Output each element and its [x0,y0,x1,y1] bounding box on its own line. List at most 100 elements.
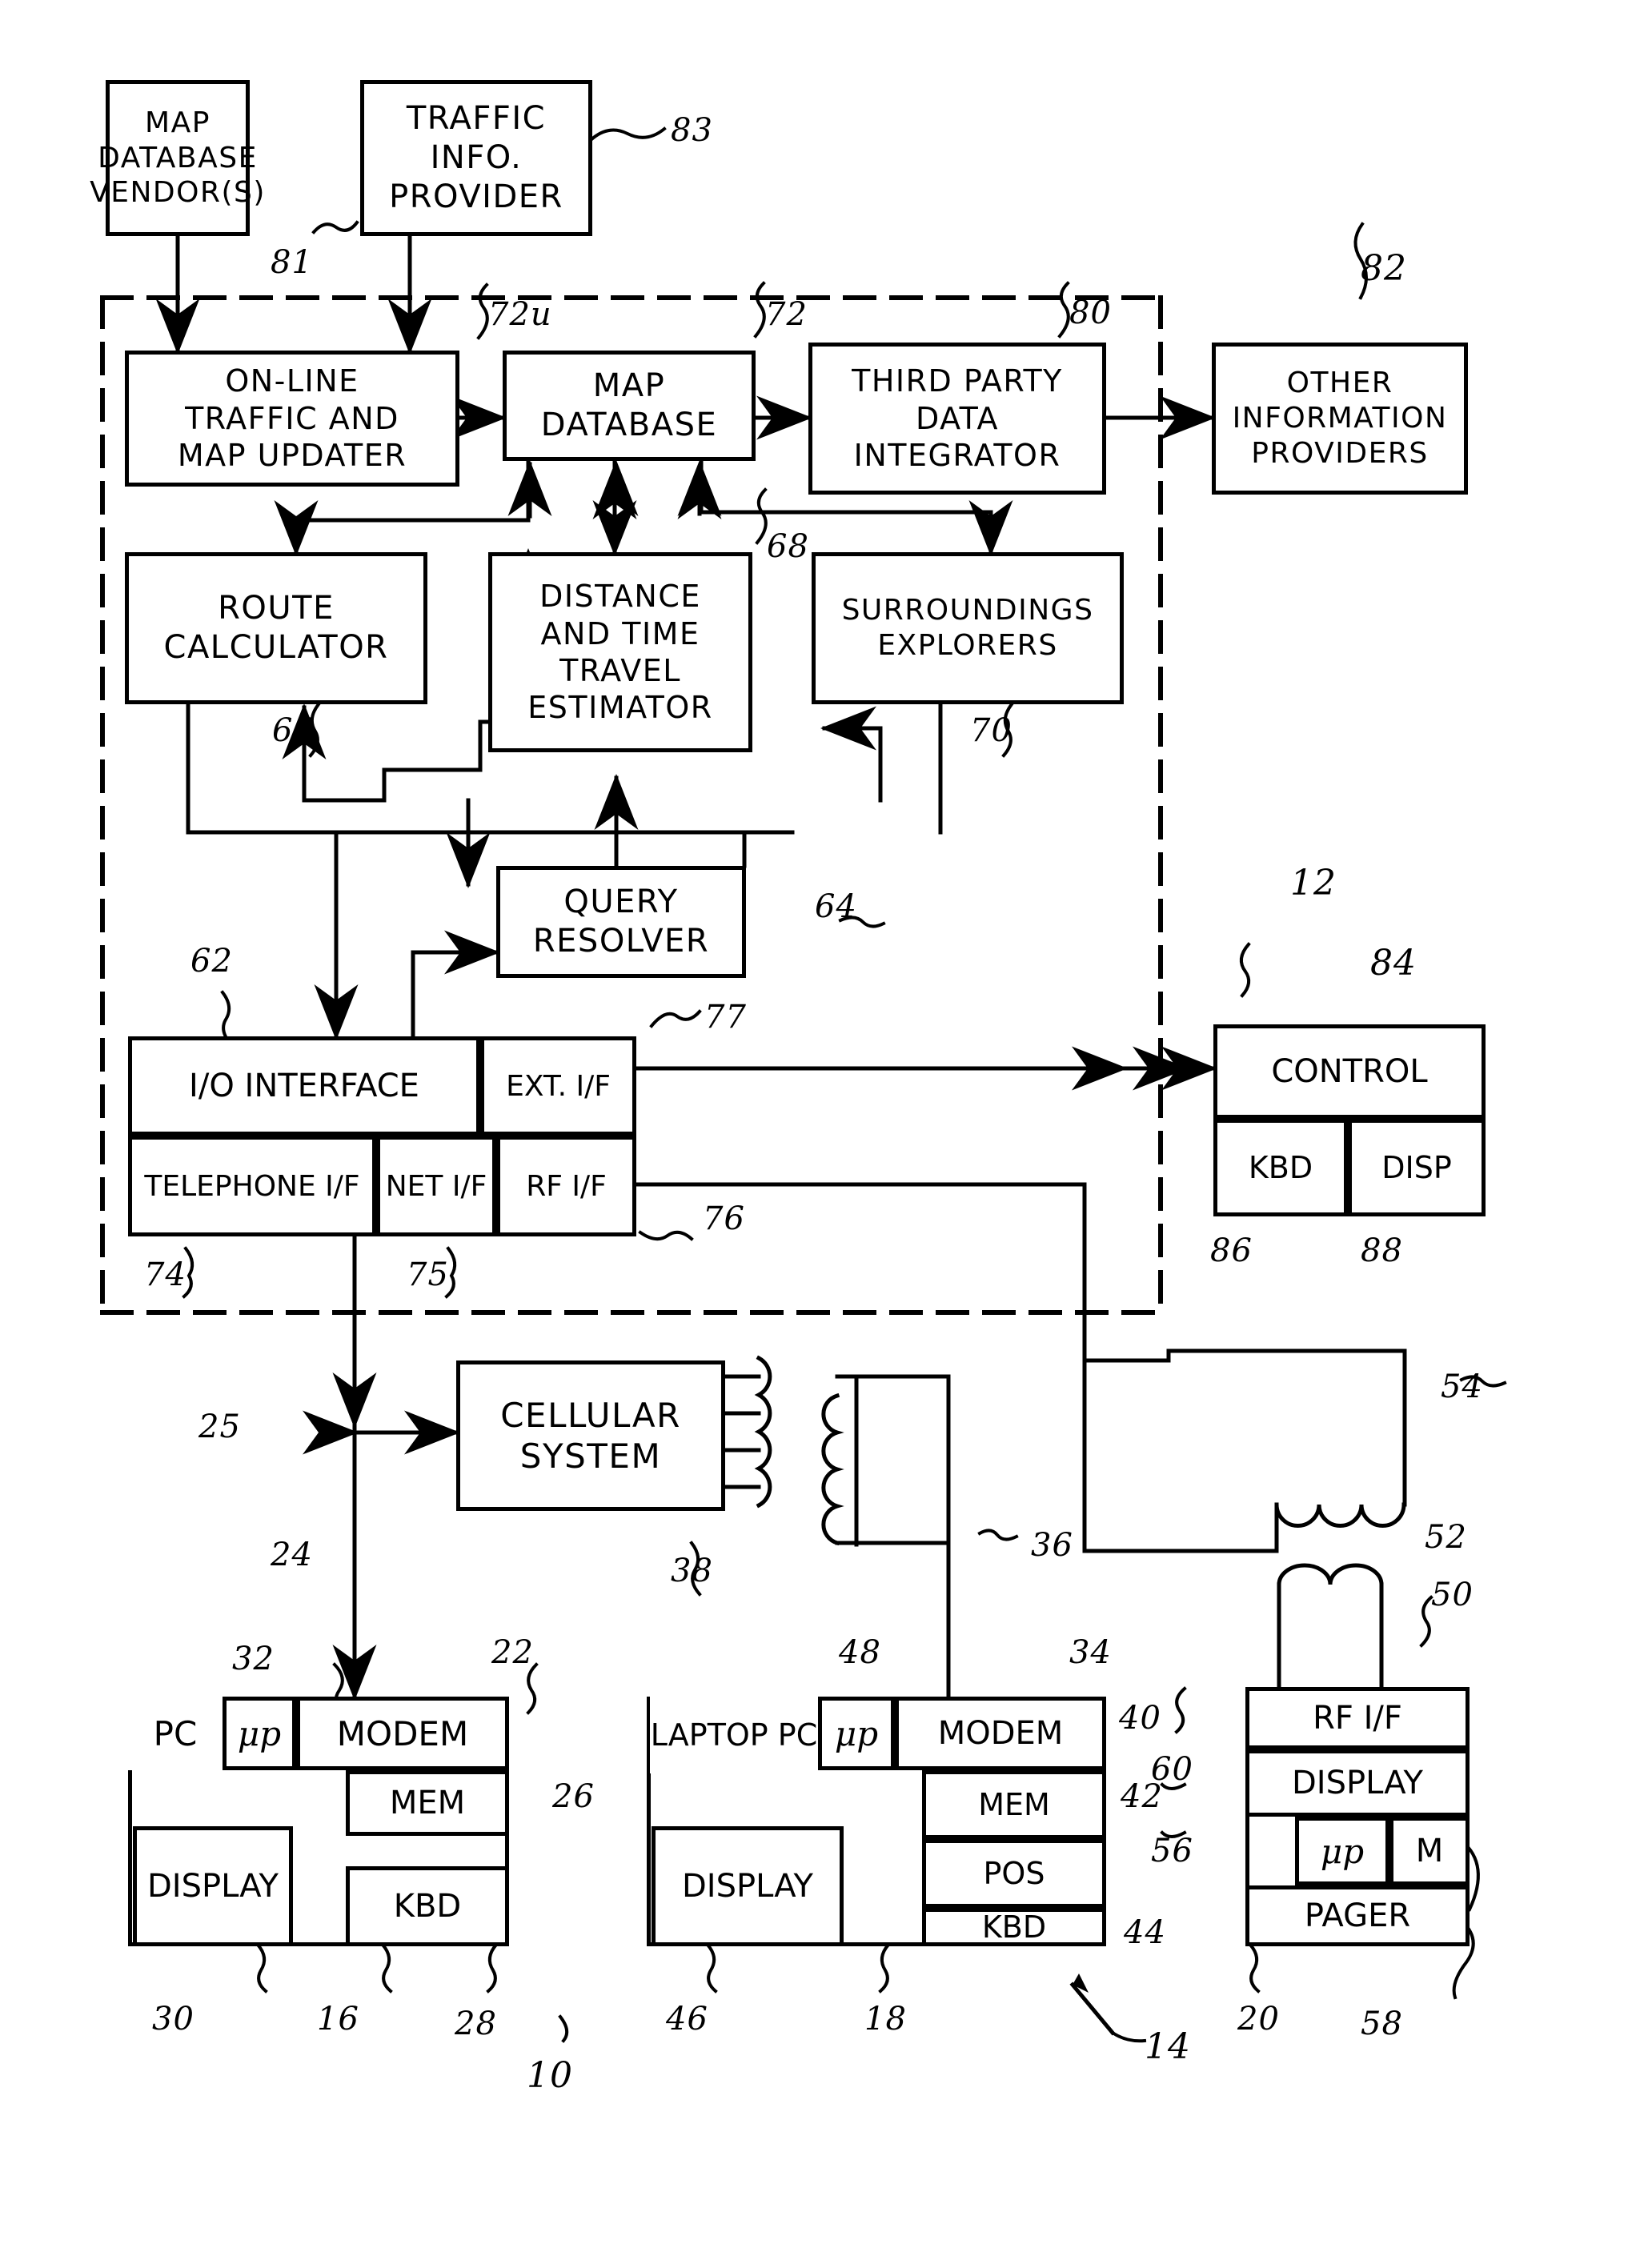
pager-up-cell: μp [1295,1817,1389,1885]
pager-display-cell: DISPLAY [1245,1749,1470,1817]
ref-64: 64 [815,888,857,925]
online-traffic-map-updater-block: ON-LINE TRAFFIC AND MAP UPDATER [125,351,459,487]
ref-14: 14 [1145,2026,1191,2067]
ref-83: 83 [671,112,713,149]
pc-up-label: μp [237,1713,282,1753]
traffic-info-provider-block: TRAFFIC INFO. PROVIDER [360,80,592,236]
laptop-up-cell: μp [818,1697,895,1770]
ref-44: 44 [1124,1914,1166,1951]
ref-86: 86 [1210,1232,1253,1269]
laptop-mem-cell: MEM [922,1770,1106,1839]
ref-80: 80 [1069,295,1112,331]
ref-48: 48 [839,1634,881,1671]
pager-name-label: PAGER [1304,1897,1411,1934]
pager-rf-if-label: RF I/F [1313,1700,1402,1737]
route-calculator-block: ROUTE CALCULATOR [125,552,427,704]
pc-display-cell: DISPLAY [133,1826,293,1946]
laptop-label-cell: LAPTOP PC [650,1697,818,1773]
ref-12: 12 [1290,863,1337,904]
ref-66: 66 [272,712,315,749]
ref-16: 16 [317,2001,359,2038]
cellular-system-label: CELLULAR SYSTEM [500,1395,681,1476]
telephone-if-label: TELEPHONE I/F [144,1169,360,1203]
map-database-block: MAP DATABASE [503,351,756,461]
ref-62: 62 [190,943,233,980]
pc-modem-label: MODEM [336,1713,469,1753]
ref-36: 36 [1031,1527,1073,1564]
map-database-vendors-label: MAP DATABASE VENDOR(S) [90,106,266,210]
route-calculator-label: ROUTE CALCULATOR [163,590,389,666]
pc-display-label: DISPLAY [146,1868,279,1905]
other-information-providers-block: OTHER INFORMATION PROVIDERS [1212,343,1468,495]
net-if-label: NET I/F [385,1169,487,1203]
pager-display-label: DISPLAY [1291,1765,1423,1801]
pc-kbd-label: KBD [393,1888,462,1925]
query-resolver-label: QUERY RESOLVER [532,884,710,960]
ref-84: 84 [1370,943,1417,984]
ref-22: 22 [491,1634,534,1671]
ref-18: 18 [864,2001,907,2038]
ref-56: 56 [1151,1833,1193,1869]
ref-76: 76 [703,1200,745,1237]
ref-28: 28 [455,2006,497,2042]
control-kbd-label: KBD [1248,1150,1313,1185]
ref-52: 52 [1425,1519,1467,1556]
net-if-cell: NET I/F [376,1136,496,1236]
ref-54: 54 [1441,1368,1483,1405]
laptop-kbd-cell: KBD [922,1908,1106,1946]
ref-81: 81 [271,244,313,281]
ref-68: 68 [767,528,809,565]
rf-if-cell: RF I/F [496,1136,636,1236]
laptop-kbd-label: KBD [981,1909,1047,1945]
ref-30: 30 [152,2001,194,2038]
laptop-display-label: DISPLAY [681,1868,813,1905]
ref-38: 38 [671,1553,713,1589]
ref-82: 82 [1361,248,1407,289]
ref-70: 70 [970,712,1012,749]
laptop-pos-label: POS [983,1856,1045,1891]
patent-figure: MAP DATABASE VENDOR(S) 81 TRAFFIC INFO. … [0,0,1652,2260]
ref-10: 10 [527,2055,573,2096]
ref-58: 58 [1361,2006,1403,2042]
traffic-info-provider-label: TRAFFIC INFO. PROVIDER [389,100,563,215]
ref-77: 77 [704,999,747,1036]
query-resolver-block: QUERY RESOLVER [496,866,746,978]
distance-time-travel-estimator-block: DISTANCE AND TIME TRAVEL ESTIMATOR [488,552,752,752]
pc-mem-cell: MEM [346,1770,509,1836]
ref-32: 32 [232,1641,275,1677]
third-party-data-integrator-block: THIRD PARTY DATA INTEGRATOR [808,343,1106,495]
ref-34: 34 [1069,1634,1112,1671]
other-information-providers-label: OTHER INFORMATION PROVIDERS [1232,367,1448,470]
online-traffic-map-updater-label: ON-LINE TRAFFIC AND MAP UPDATER [177,363,407,474]
laptop-modem-label: MODEM [937,1715,1064,1752]
laptop-modem-cell: MODEM [895,1697,1106,1770]
ref-26: 26 [552,1778,595,1815]
rf-if-label: RF I/F [526,1169,607,1203]
ref-20: 20 [1237,2001,1280,2038]
pc-kbd-cell: KBD [346,1866,509,1946]
ref-25: 25 [198,1408,241,1445]
map-database-vendors-block: MAP DATABASE VENDOR(S) [90,80,264,236]
ref-24: 24 [271,1537,313,1573]
ref-60: 60 [1151,1751,1193,1788]
laptop-pos-cell: POS [922,1839,1106,1908]
distance-time-travel-estimator-label: DISTANCE AND TIME TRAVEL ESTIMATOR [527,579,713,726]
ref-72u: 72u [488,296,552,333]
control-kbd-cell: KBD [1213,1119,1348,1216]
ref-46: 46 [666,2001,708,2038]
laptop-up-label: μp [834,1713,879,1753]
ref-74: 74 [144,1256,186,1293]
ref-75: 75 [407,1256,449,1293]
pager-name-cell: PAGER [1245,1885,1470,1946]
pc-label: PC [153,1713,198,1753]
pager-up-label: μp [1320,1831,1365,1871]
control-label: CONTROL [1271,1053,1428,1090]
ext-if-label: EXT. I/F [506,1069,611,1103]
surroundings-explorers-label: SURROUNDINGS EXPLORERS [841,594,1094,662]
control-main-cell: CONTROL [1213,1024,1486,1119]
ext-if-cell: EXT. I/F [480,1036,636,1136]
surroundings-explorers-block: SURROUNDINGS EXPLORERS [812,552,1124,704]
telephone-if-cell: TELEPHONE I/F [128,1136,376,1236]
io-interface-main-cell: I/O INTERFACE [128,1036,480,1136]
laptop-mem-label: MEM [978,1787,1050,1822]
